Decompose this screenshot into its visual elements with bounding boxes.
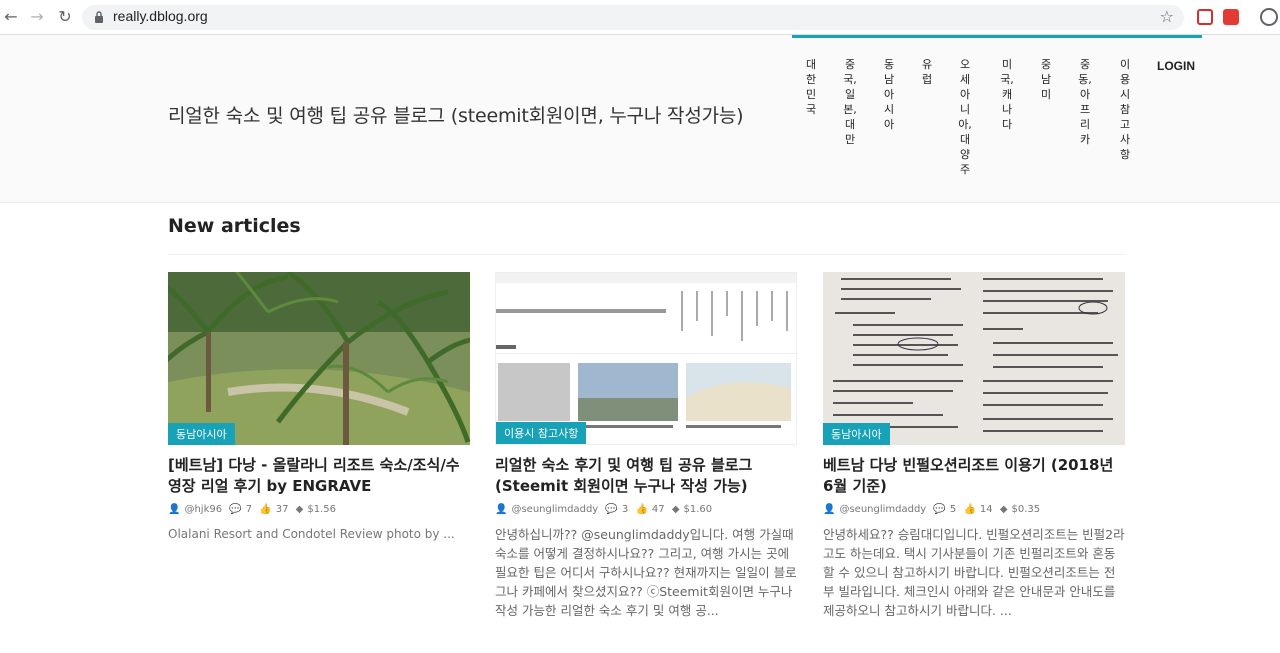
comment-icon: 💬: [605, 504, 618, 515]
site-title[interactable]: 리얼한 숙소 및 여행 팁 공유 블로그 (steemit회원이면, 누구나 작…: [168, 101, 744, 128]
article-meta: 👤 @seunglimdaddy 💬 5 👍 14 ◆ $0.35: [823, 504, 1125, 515]
article-author[interactable]: @hjk96: [184, 504, 222, 515]
article-card[interactable]: 동남아시아 [베트남] 다낭 - 올랄라니 리조트 숙소/조식/수영장 리얼 후…: [168, 272, 470, 544]
reload-icon[interactable]: ↻: [56, 8, 74, 26]
nav-item-oceania[interactable]: 오세아니아,대양주: [958, 57, 972, 177]
login-link[interactable]: LOGIN: [1157, 59, 1195, 73]
thumbs-up-icon: 👍: [259, 504, 272, 515]
vote-count: 47: [651, 504, 665, 515]
document-photo-image: [823, 272, 1125, 445]
article-thumbnail[interactable]: 이용시 참고사항: [495, 272, 797, 445]
category-badge[interactable]: 이용시 참고사항: [496, 422, 587, 444]
palm-trees-image: [168, 272, 470, 445]
nav-item-usa-canada[interactable]: 미국,캐나다: [1000, 57, 1014, 132]
article-thumbnail[interactable]: 동남아시아: [823, 272, 1125, 445]
article-meta: 👤 @seunglimdaddy 💬 3 👍 47 ◆ $1.60: [495, 504, 797, 515]
article-excerpt: 안녕하세요?? 승림대디입니다. 빈펄오션리조트는 빈펄2라고도 하는데요. 택…: [823, 527, 1125, 618]
article-excerpt: 안녕하십니까?? @seunglimdaddy입니다. 여행 가실때 숙소를 어…: [495, 527, 797, 618]
article-title[interactable]: 베트남 다낭 빈펄오션리조트 이용기 (2018년 6월 기준): [823, 455, 1125, 497]
profile-avatar-icon[interactable]: [1260, 8, 1278, 26]
comment-count: 5: [949, 504, 957, 515]
nav-item-latin-america[interactable]: 중남미: [1039, 57, 1053, 102]
nav-item-southeast-asia[interactable]: 동남아시아: [882, 57, 896, 132]
diamond-icon: ◆: [671, 504, 680, 515]
back-arrow-icon[interactable]: ←: [2, 8, 20, 26]
section-divider: [168, 254, 1126, 255]
nav-item-korea[interactable]: 대한민국: [804, 57, 818, 117]
pdf-extension-icon[interactable]: [1223, 9, 1239, 25]
lock-icon: [95, 11, 103, 23]
payout-amount: $1.56: [307, 504, 337, 515]
category-badge[interactable]: 동남아시아: [823, 423, 890, 445]
article-title[interactable]: [베트남] 다낭 - 올랄라니 리조트 숙소/조식/수영장 리얼 후기 by E…: [168, 455, 470, 497]
user-icon: 👤: [168, 504, 181, 515]
article-card[interactable]: 동남아시아 베트남 다낭 빈펄오션리조트 이용기 (2018년 6월 기준) 👤…: [823, 272, 1125, 620]
diamond-icon: ◆: [295, 504, 304, 515]
pocket-extension-icon[interactable]: [1197, 9, 1213, 25]
vote-count: 14: [979, 504, 993, 515]
payout-amount: $1.60: [683, 504, 713, 515]
article-thumbnail[interactable]: 동남아시아: [168, 272, 470, 445]
thumbs-up-icon: 👍: [963, 504, 976, 515]
user-icon: 👤: [495, 504, 508, 515]
comment-count: 7: [245, 504, 253, 515]
article-title[interactable]: 리얼한 숙소 후기 및 여행 팁 공유 블로그 (Steemit 회원이면 누구…: [495, 455, 797, 497]
comment-count: 3: [621, 504, 629, 515]
site-screenshot-image: [496, 273, 796, 444]
browser-toolbar: ← → ↻ really.dblog.org ☆: [0, 0, 1280, 35]
nav-item-usage-notes[interactable]: 이용시참고사항: [1118, 57, 1132, 162]
article-author[interactable]: @seunglimdaddy: [511, 504, 598, 515]
article-card[interactable]: 이용시 참고사항 리얼한 숙소 후기 및 여행 팁 공유 블로그 (Steemi…: [495, 272, 797, 620]
section-title: New articles: [168, 215, 301, 237]
comment-icon: 💬: [229, 504, 242, 515]
article-meta: 👤 @hjk96 💬 7 👍 37 ◆ $1.56: [168, 504, 470, 515]
url-text: really.dblog.org: [113, 8, 208, 24]
user-icon: 👤: [823, 504, 836, 515]
site-header: 리얼한 숙소 및 여행 팁 공유 블로그 (steemit회원이면, 누구나 작…: [0, 35, 1280, 203]
payout-amount: $0.35: [1011, 504, 1041, 515]
nav-item-china-japan-taiwan[interactable]: 중국,일본,대만: [843, 57, 857, 147]
vote-count: 37: [275, 504, 289, 515]
category-badge[interactable]: 동남아시아: [168, 423, 235, 445]
article-author[interactable]: @seunglimdaddy: [839, 504, 926, 515]
article-excerpt: Olalani Resort and Condotel Review photo…: [168, 527, 455, 541]
forward-arrow-icon[interactable]: →: [28, 8, 46, 26]
thumbs-up-icon: 👍: [635, 504, 648, 515]
header-accent-bar: [792, 35, 1202, 38]
nav-item-europe[interactable]: 유럽: [920, 57, 934, 87]
diamond-icon: ◆: [999, 504, 1008, 515]
nav-item-middle-east-africa[interactable]: 중동,아프리카: [1078, 57, 1092, 147]
address-bar[interactable]: really.dblog.org ☆: [82, 5, 1184, 30]
bookmark-star-icon[interactable]: ☆: [1160, 7, 1174, 26]
comment-icon: 💬: [933, 504, 946, 515]
